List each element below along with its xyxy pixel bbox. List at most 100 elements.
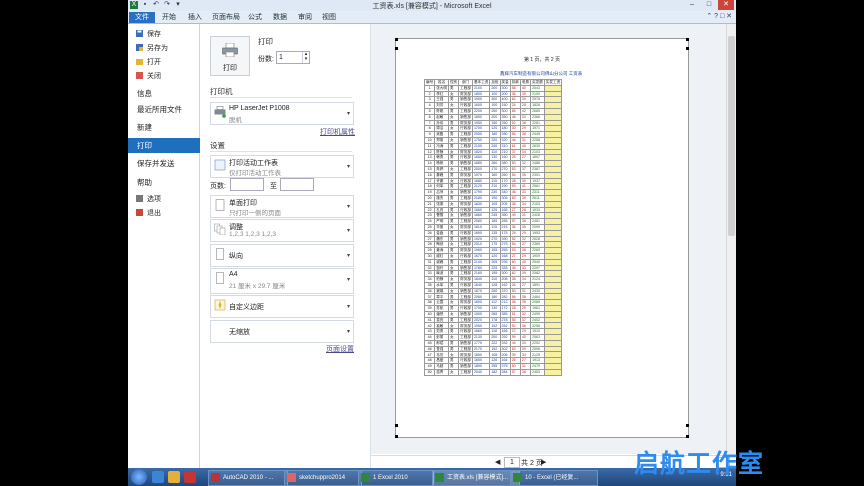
margin-handle[interactable]: [395, 38, 398, 41]
tab-insert[interactable]: 插入: [188, 12, 202, 23]
current-page-input[interactable]: 1: [504, 457, 520, 468]
pages-to-label: 至: [270, 183, 277, 190]
scaling-select[interactable]: 无缩放 ▾: [210, 320, 354, 343]
table-cell: 销售部: [458, 136, 473, 144]
nav-help[interactable]: 帮助: [128, 177, 208, 189]
tab-review[interactable]: 审阅: [298, 12, 312, 23]
table-cell: 销售部: [458, 189, 473, 196]
margin-handle[interactable]: [686, 38, 689, 41]
paper-size-main: A4: [229, 271, 238, 278]
table-cell: 销售部: [458, 113, 473, 121]
page-header: 第 1 页，共 2 页: [523, 57, 561, 63]
backstage-nav: 保存 另存为 打开 关闭 信息 最近所用文件 新建 打印 保存并发送 帮助 选项…: [128, 24, 208, 486]
table-cell: 284: [499, 368, 511, 376]
task-salary-workbook[interactable]: 工资表.xls [兼容模式]...: [432, 470, 520, 486]
margins-select[interactable]: 自定义边距 ▾: [210, 295, 354, 318]
media-icon[interactable]: [184, 471, 196, 483]
table-header-row: 编号 姓名 性别 部门 基本工资 加班 奖金 扣款 电费 实发额 实发工资: [423, 79, 563, 86]
orientation-select[interactable]: 纵向 ▾: [210, 244, 354, 267]
column-header: 奖金: [499, 79, 511, 86]
table-cell: 工程部: [458, 334, 473, 341]
pages-to-input[interactable]: [280, 178, 314, 191]
task-excel-copy[interactable]: 10 - Excel (已经复...: [510, 470, 598, 486]
column-header: 基本工资: [471, 79, 491, 86]
table-cell: 工程部: [458, 194, 473, 202]
printer-section-title: 打印机: [210, 87, 233, 96]
column-header: 实发额: [530, 79, 545, 86]
margin-handle[interactable]: [395, 424, 398, 427]
preview-page: 第 1 页，共 2 页 鑫辉汽车制造有限公司佛山分公司 工资表 编号 姓名 性别 部门…: [395, 38, 689, 438]
nav-close-label: 关闭: [147, 73, 161, 80]
task-label: 1 Excel 2010: [373, 475, 408, 481]
margin-handle[interactable]: [686, 47, 689, 50]
close-button[interactable]: ✕: [718, 0, 734, 10]
nav-recent[interactable]: 最近所用文件: [128, 104, 208, 116]
task-autocad[interactable]: AutoCAD 2010 - ...: [208, 470, 288, 486]
collate-select[interactable]: 调整 1,2,3 1,2,3 1,2,3 ▾: [210, 219, 354, 242]
table-cell: 销售部: [458, 310, 473, 318]
options-icon: [136, 195, 143, 202]
nav-print[interactable]: 打印: [128, 138, 208, 153]
print-what-select[interactable]: 打印活动工作表 仅打印活动工作表 ▾: [210, 155, 354, 178]
copies-value: 1: [279, 54, 283, 61]
nav-new[interactable]: 新建: [128, 122, 208, 134]
excel-icon: [513, 473, 522, 482]
task-sketchup[interactable]: sketchuppro2014: [284, 470, 362, 486]
print-settings-panel: 打印 打印 份数: 1 ▴ ▾ 打印机 HP LaserJet P1008 脱机 …: [200, 24, 371, 486]
orientation-main: 纵向: [229, 253, 243, 260]
ribbon-controls[interactable]: ⌃ ? □ ✕: [706, 12, 732, 20]
table-cell: 2040: [471, 368, 491, 376]
chevron-down-icon: ▾: [346, 253, 350, 259]
start-button[interactable]: [131, 469, 147, 485]
maximize-button[interactable]: □: [701, 0, 717, 10]
printer-properties-link[interactable]: 打印机属性: [320, 127, 355, 137]
printer-select[interactable]: HP LaserJet P1008 脱机 ▾: [210, 102, 354, 125]
explorer-icon[interactable]: [168, 471, 180, 483]
table-cell: 行政部: [458, 177, 473, 185]
excel-icon: [435, 473, 444, 482]
pages-from-input[interactable]: [230, 178, 264, 191]
salary-table: 编号 姓名 性别 部门 基本工资 加班 奖金 扣款 电费 实发额 实发工资 1 张大明男工程部 2100…: [423, 79, 563, 376]
nav-save-send[interactable]: 保存并发送: [128, 158, 208, 170]
margin-handle[interactable]: [686, 435, 689, 438]
margin-handle[interactable]: [395, 435, 398, 438]
task-label: AutoCAD 2010 - ...: [223, 475, 274, 481]
task-excel-2010[interactable]: 1 Excel 2010: [358, 470, 434, 486]
copies-input[interactable]: 1 ▴ ▾: [276, 51, 310, 64]
paper-size-select[interactable]: A4 21 厘米 x 29.7 厘米 ▾: [210, 268, 354, 294]
autocad-icon: [211, 473, 220, 482]
margin-handle[interactable]: [395, 47, 398, 50]
copies-spinner[interactable]: ▴ ▾: [302, 52, 309, 63]
next-page-button[interactable]: ▶: [541, 458, 546, 466]
tab-page-layout[interactable]: 页面布局: [212, 12, 240, 23]
column-header: 实发工资: [543, 79, 563, 86]
tab-home[interactable]: 开始: [162, 12, 176, 23]
table-cell: 行政部: [458, 252, 473, 260]
tab-view[interactable]: 视图: [322, 12, 336, 23]
tab-file[interactable]: 文件: [129, 12, 155, 23]
tab-data[interactable]: 数据: [273, 12, 287, 23]
save-as-icon: [136, 44, 143, 51]
table-cell: 销售部: [458, 339, 473, 347]
minimize-button[interactable]: –: [684, 0, 700, 10]
preview-scrollbar[interactable]: [726, 24, 736, 454]
column-header: 扣款: [509, 79, 521, 86]
prev-page-button[interactable]: ◀: [495, 458, 500, 466]
nav-info[interactable]: 信息: [128, 88, 208, 100]
table-cell: 工程部: [458, 165, 473, 173]
ribbon-tabs: 文件 开始 插入 页面布局 公式 数据 审阅 视图 ⌃ ? □ ✕: [128, 11, 736, 24]
page-setup-link[interactable]: 页面设置: [326, 344, 354, 354]
sheet-title: 鑫辉汽车制造有限公司佛山分公司 工资表: [500, 71, 583, 76]
ie-icon[interactable]: [152, 471, 164, 483]
margins-icon: [214, 299, 226, 311]
table-cell: 工程部: [458, 142, 473, 150]
sides-select[interactable]: 单面打印 只打印一侧的页面 ▾: [210, 195, 354, 218]
tab-formulas[interactable]: 公式: [248, 12, 262, 23]
scrollbar-thumb[interactable]: [728, 36, 735, 236]
table-cell: 行政部: [458, 281, 473, 289]
sheet-icon: [214, 159, 226, 171]
margin-handle[interactable]: [686, 424, 689, 427]
chevron-down-icon: ▾: [346, 164, 350, 170]
print-button[interactable]: 打印: [210, 36, 250, 76]
chevron-down-icon: ▾: [346, 204, 350, 210]
